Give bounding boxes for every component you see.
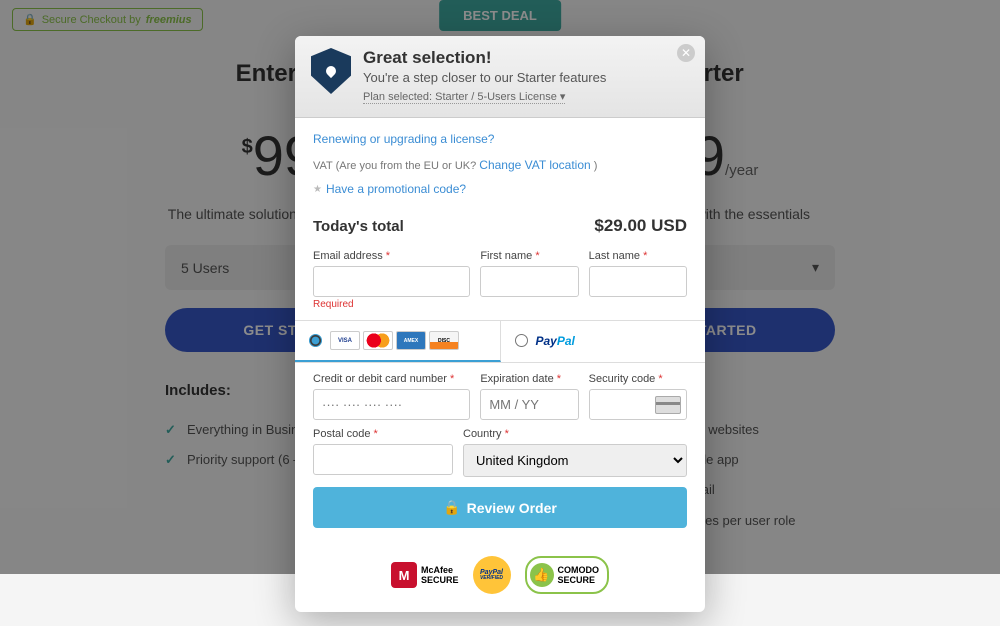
- modal-header: Great selection! You're a step closer to…: [295, 36, 705, 118]
- expiry-field[interactable]: [480, 389, 578, 420]
- promo-code-link[interactable]: Have a promotional code?: [326, 182, 466, 196]
- last-name-field[interactable]: [589, 266, 687, 297]
- modal-title: Great selection!: [363, 48, 606, 68]
- paypal-verified-badge: PayPalVERIFIED: [473, 556, 511, 594]
- comodo-badge: 👍COMODOSECURE: [525, 556, 610, 594]
- modal-subtitle: You're a step closer to our Starter feat…: [363, 70, 606, 85]
- total-label: Today's total: [313, 218, 404, 235]
- card-number-field[interactable]: [313, 389, 470, 420]
- lock-icon: 🔒: [443, 499, 460, 516]
- visa-icon: VISA: [330, 331, 360, 350]
- renew-upgrade-link[interactable]: Renewing or upgrading a license?: [313, 132, 494, 146]
- payment-paypal-tab[interactable]: PayPal: [501, 321, 706, 362]
- required-error: Required: [313, 299, 470, 310]
- mcafee-badge: MMcAfeeSECURE: [391, 556, 459, 594]
- email-field[interactable]: [313, 266, 470, 297]
- modal-overlay: Great selection! You're a step closer to…: [0, 0, 1000, 574]
- payment-card-radio[interactable]: [309, 334, 322, 347]
- payment-card-tab[interactable]: VISA AMEX DISC: [295, 321, 501, 362]
- total-value: $29.00 USD: [594, 216, 687, 236]
- change-vat-link[interactable]: Change VAT location: [479, 158, 590, 172]
- checkout-modal: Great selection! You're a step closer to…: [295, 36, 705, 612]
- postal-field[interactable]: [313, 444, 453, 475]
- discover-icon: DISC: [429, 331, 459, 350]
- vat-text: VAT (Are you from the EU or UK? Change V…: [313, 158, 687, 172]
- cvv-field[interactable]: [589, 389, 687, 420]
- plan-selected-dropdown[interactable]: Plan selected: Starter / 5-Users License…: [363, 90, 565, 104]
- review-order-button[interactable]: 🔒Review Order: [313, 487, 687, 528]
- payment-paypal-radio[interactable]: [515, 334, 528, 347]
- country-select[interactable]: United Kingdom: [463, 444, 687, 477]
- shield-icon: [311, 48, 351, 94]
- first-name-field[interactable]: [480, 266, 578, 297]
- close-icon[interactable]: ✕: [677, 44, 695, 62]
- trust-badges: MMcAfeeSECURE PayPalVERIFIED 👍COMODOSECU…: [295, 540, 705, 612]
- amex-icon: AMEX: [396, 331, 426, 350]
- mastercard-icon: [363, 331, 393, 350]
- payment-method-tabs: VISA AMEX DISC PayPal: [295, 320, 705, 363]
